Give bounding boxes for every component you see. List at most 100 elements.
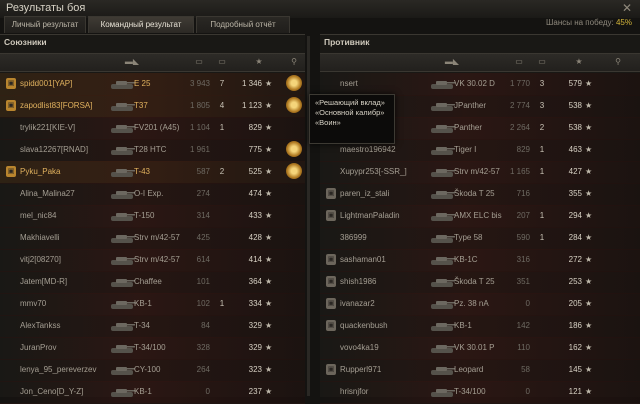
star-icon: ★ (585, 145, 593, 154)
damage-value: 1 104 (189, 123, 210, 132)
platoon-icon: ▣ (326, 210, 336, 221)
player-name: nsert (340, 79, 358, 88)
kills-icon[interactable]: ▭ (214, 56, 230, 68)
platoon-icon: ▣ (6, 100, 16, 111)
table-row[interactable]: Jon_Ceno[D_Y-Z] KB-1 0 237 ★ (0, 381, 305, 404)
xp-value: 463 (568, 145, 582, 154)
tank-icon (430, 276, 456, 288)
damage-icon[interactable]: ▭ (184, 56, 214, 68)
tank-icon (110, 232, 136, 244)
table-row[interactable]: slava12267[RNAD] T28 HTC 1 961 775 ★ (0, 139, 305, 162)
kills-value: 1 (219, 123, 225, 132)
tab-detailed[interactable]: Подробный отчёт (196, 16, 290, 33)
tank-icon (430, 342, 456, 354)
medal-icon[interactable] (286, 97, 302, 113)
xp-value: 427 (568, 167, 582, 176)
damage-icon[interactable]: ▭ (504, 56, 534, 68)
tank-icon (110, 166, 136, 178)
table-row[interactable]: ▣ ivanazar2 Pz. 38 nA 0 205 ★ (320, 293, 640, 316)
star-icon[interactable]: ★ (572, 56, 586, 68)
tank-icon (110, 78, 136, 90)
allies-scrollbar[interactable] (307, 36, 310, 396)
tank-icon (430, 100, 456, 112)
star-icon: ★ (585, 365, 593, 374)
medal-icon[interactable] (286, 163, 302, 179)
win-chance: Шансы на победу: 45% (546, 18, 632, 27)
damage-value: 84 (201, 321, 210, 330)
player-name: Xupypr253[-SSR_] (340, 167, 407, 176)
kills-value (214, 359, 230, 381)
tank-icon (110, 320, 136, 332)
xp-value: 829 (248, 123, 262, 132)
platoon-icon: ▣ (326, 276, 336, 287)
medal-icon[interactable] (286, 141, 302, 157)
table-row[interactable]: ▣ Pyku_Paka T-43 587 2 525 ★ (0, 161, 305, 184)
player-name: lenya_95_pereverzev (20, 365, 97, 374)
table-row[interactable]: lenya_95_pereverzev CY-100 264 323 ★ (0, 359, 305, 382)
table-row[interactable]: AlexTankss T-34 84 329 ★ (0, 315, 305, 338)
medal-icon[interactable]: ⚲ (288, 56, 300, 68)
xp-value: 538 (568, 101, 582, 110)
table-row[interactable]: ▣ shish1986 Škoda T 25 351 253 ★ (320, 271, 640, 294)
tab-team[interactable]: Командный результат (88, 16, 194, 33)
tank-icon[interactable]: ▬◣ (120, 56, 144, 68)
tank-icon (110, 210, 136, 222)
xp-value: 355 (568, 189, 582, 198)
star-icon: ★ (265, 167, 273, 176)
star-icon: ★ (585, 123, 593, 132)
table-row[interactable]: hrisnjfor T-34/100 0 121 ★ (320, 381, 640, 404)
enemies-title: Противник (324, 37, 370, 47)
damage-value: 829 (516, 145, 530, 154)
player-name: LightmanPaladin (340, 211, 400, 220)
table-row[interactable]: Alina_Malina27 O-I Exp. 274 474 ★ (0, 183, 305, 206)
xp-value: 579 (568, 79, 582, 88)
table-row[interactable]: ▣ paren_iz_stali Škoda T 25 716 355 ★ (320, 183, 640, 206)
xp-value: 323 (248, 365, 262, 374)
star-icon[interactable]: ★ (252, 56, 266, 68)
medal-icon[interactable] (286, 75, 302, 91)
damage-value: 1 770 (509, 79, 530, 88)
table-row[interactable]: ▣ sashaman01 KB-1C 316 272 ★ (320, 249, 640, 272)
xp-value: 145 (568, 365, 582, 374)
table-row[interactable]: ▣ spidd001[YAP] E 25 3 943 7 1 346 ★ (0, 73, 305, 96)
table-row[interactable]: ▣ quackenbush KB-1 142 186 ★ (320, 315, 640, 338)
table-row[interactable]: trylik221[KIE-V] FV201 (A45) 1 104 1 829 ★ (0, 117, 305, 140)
table-row[interactable]: vitj2[08270] Strv m/42-57 614 414 ★ (0, 249, 305, 272)
tank-icon (430, 188, 456, 200)
kills-value (214, 249, 230, 271)
close-icon[interactable]: ✕ (620, 1, 634, 15)
table-row[interactable]: 386999 Type 58 590 1 284 ★ (320, 227, 640, 250)
player-name: 386999 (340, 233, 367, 242)
star-icon: ★ (265, 123, 273, 132)
table-row[interactable]: ▣ Rupperl971 Leopard 58 145 ★ (320, 359, 640, 382)
xp-value: 364 (248, 277, 262, 286)
table-row[interactable]: mel_nic84 T-150 314 433 ★ (0, 205, 305, 228)
kills-value (534, 293, 550, 315)
table-row[interactable]: mmv70 KB-1 102 1 334 ★ (0, 293, 305, 316)
table-row[interactable]: JuranProv T-34/100 328 329 ★ (0, 337, 305, 360)
kills-value (534, 315, 550, 337)
player-name: AlexTankss (20, 321, 61, 330)
kills-icon[interactable]: ▭ (534, 56, 550, 68)
star-icon: ★ (585, 343, 593, 352)
table-row[interactable]: ▣ LightmanPaladin AMX ELC bis 207 1 294 ★ (320, 205, 640, 228)
table-row[interactable]: Makhiavelli Strv m/42-57 425 428 ★ (0, 227, 305, 250)
kills-value (534, 359, 550, 381)
damage-value: 58 (521, 365, 530, 374)
platoon-icon: ▣ (6, 78, 16, 89)
tab-personal[interactable]: Личный результат (4, 16, 86, 33)
table-row[interactable]: Xupypr253[-SSR_] Strv m/42-57 1 165 1 427 ★ (320, 161, 640, 184)
medal-icon[interactable]: ⚲ (612, 56, 624, 68)
star-icon: ★ (585, 233, 593, 242)
table-row[interactable]: vovo4ka19 VK 30.01 P 110 162 ★ (320, 337, 640, 360)
kills-value (534, 271, 550, 293)
damage-value: 716 (516, 189, 530, 198)
player-name: mmv70 (20, 299, 47, 308)
table-row[interactable]: nsert VK 30.02 D1 770 3 579 ★ (320, 73, 640, 96)
damage-value: 274 (196, 189, 210, 198)
tank-icon (110, 342, 136, 354)
star-icon: ★ (265, 277, 273, 286)
tank-icon[interactable]: ▬◣ (440, 56, 464, 68)
table-row[interactable]: ▣ zapodlist83[FORSA] T37 1 805 4 1 123 ★ (0, 95, 305, 118)
table-row[interactable]: Jatem[MD-R] Chaffee 101 364 ★ (0, 271, 305, 294)
